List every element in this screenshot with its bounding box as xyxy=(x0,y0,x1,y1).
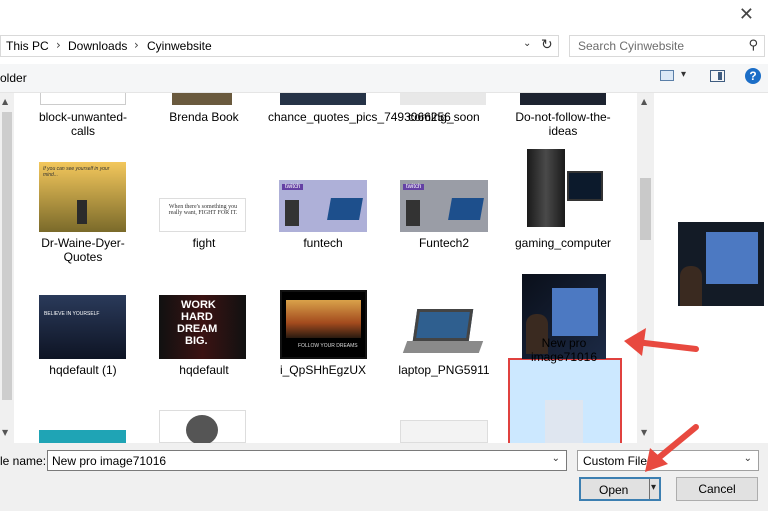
arrow-to-selected-file xyxy=(624,328,699,356)
arrow-to-open-button xyxy=(645,424,699,472)
annotation-arrows xyxy=(624,328,699,472)
